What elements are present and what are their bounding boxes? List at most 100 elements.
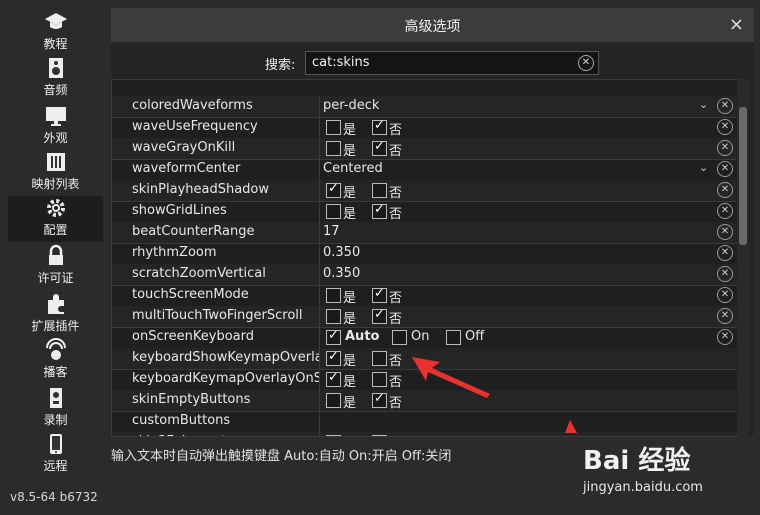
- scrollbar[interactable]: [737, 79, 749, 435]
- no-checkbox[interactable]: [372, 372, 387, 387]
- option-value-input[interactable]: 17: [323, 224, 340, 239]
- sidebar-item-label: 映射列表: [31, 177, 80, 191]
- clear-search-icon[interactable]: ✕: [578, 55, 594, 71]
- yes-label: 是: [343, 186, 357, 201]
- option-select[interactable]: Centered: [323, 161, 383, 176]
- yes-checkbox[interactable]: [326, 288, 341, 303]
- search-label: 搜索:: [265, 58, 296, 73]
- sidebar-item-appearance[interactable]: 外观: [8, 104, 103, 150]
- mixer-sliders-icon: [46, 153, 65, 171]
- no-checkbox[interactable]: [372, 351, 387, 366]
- reset-icon[interactable]: ✕: [717, 266, 733, 282]
- reset-icon[interactable]: ✕: [717, 182, 733, 198]
- reset-icon[interactable]: ✕: [717, 161, 733, 177]
- option-on-label: On: [411, 329, 430, 344]
- dialog-title: 高级选项: [404, 19, 461, 35]
- yes-checkbox[interactable]: [326, 181, 341, 198]
- no-checkbox[interactable]: [372, 286, 387, 303]
- yes-label: 是: [343, 144, 357, 159]
- search-input[interactable]: cat:skins ✕: [305, 51, 599, 75]
- yes-checkbox[interactable]: [326, 204, 341, 219]
- watermark-logo: Bai 经验: [583, 446, 691, 476]
- reset-icon[interactable]: ✕: [717, 287, 733, 303]
- sidebar-item-tutorial[interactable]: 教程: [8, 10, 103, 56]
- table-row[interactable]: touchScreenMode 是 否 ✕: [112, 285, 737, 307]
- sidebar-item-plugins[interactable]: 扩展插件: [8, 292, 103, 338]
- yes-checkbox[interactable]: [326, 309, 341, 324]
- recorder-icon: [49, 388, 62, 408]
- yes-label: 是: [343, 396, 357, 411]
- table-row[interactable]: showGridLines 是 否 ✕: [112, 201, 737, 223]
- table-row[interactable]: waveformCenter Centered ⌄ ✕: [112, 159, 737, 181]
- sidebar-item-config[interactable]: 配置: [8, 196, 103, 242]
- table-row[interactable]: scratchZoomVertical 0.350 ✕: [112, 264, 737, 286]
- no-label: 否: [389, 291, 403, 306]
- no-checkbox[interactable]: [372, 202, 387, 219]
- reset-icon[interactable]: ✕: [717, 140, 733, 156]
- scroll-thumb[interactable]: [739, 107, 747, 245]
- table-row[interactable]: beatCounterRange 17 ✕: [112, 222, 737, 244]
- table-row[interactable]: skin3FxLayout 是 否: [112, 432, 737, 436]
- watermark: Bai 经验 jingyan.baidu.com: [583, 440, 753, 500]
- option-name: skinPlayheadShadow: [132, 182, 270, 197]
- no-checkbox[interactable]: [372, 307, 387, 324]
- column-divider: [319, 117, 320, 138]
- monitor-icon: [45, 107, 66, 126]
- table-row[interactable]: keyboardKeymapOverlayOnShift 是 否: [112, 369, 737, 391]
- option-select[interactable]: per-deck: [323, 98, 379, 113]
- no-checkbox[interactable]: [372, 139, 387, 156]
- sidebar-item-mapping[interactable]: 映射列表: [8, 150, 103, 196]
- sidebar-item-label: 播客: [43, 365, 68, 379]
- yes-checkbox[interactable]: [326, 370, 341, 387]
- yes-checkbox[interactable]: [326, 120, 341, 135]
- reset-icon[interactable]: ✕: [717, 308, 733, 324]
- table-row[interactable]: multiTouchTwoFingerScroll 是 否 ✕: [112, 306, 737, 328]
- sidebar-item-label: 教程: [43, 37, 68, 51]
- table-row[interactable]: rhythmZoom 0.350 ✕: [112, 243, 737, 265]
- reset-icon[interactable]: ✕: [717, 329, 733, 345]
- table-row[interactable]: coloredWaveforms per-deck ⌄ ✕: [112, 96, 737, 118]
- option-name: beatCounterRange: [132, 224, 255, 239]
- option-value-input[interactable]: 0.350: [323, 266, 360, 281]
- yes-label: 是: [343, 434, 356, 436]
- yes-checkbox[interactable]: [326, 435, 341, 436]
- column-divider: [319, 201, 320, 222]
- table-row[interactable]: onScreenKeyboard Auto On Off ✕: [112, 327, 737, 349]
- sidebar-item-audio[interactable]: 音频: [8, 56, 103, 102]
- yes-checkbox[interactable]: [326, 141, 341, 156]
- chevron-down-icon[interactable]: ⌄: [699, 161, 708, 174]
- sidebar: 教程 音频 外观 映射列表 配置 许可证 扩展插件 播客 录制 远程 v8.5-…: [0, 0, 110, 515]
- column-divider: [319, 243, 320, 264]
- chevron-down-icon[interactable]: ⌄: [699, 98, 708, 111]
- no-checkbox[interactable]: [372, 183, 387, 198]
- option-auto-checkbox[interactable]: [326, 328, 341, 345]
- sidebar-item-record[interactable]: 录制: [8, 386, 103, 432]
- table-row[interactable]: skinPlayheadShadow 是 否 ✕: [112, 180, 737, 202]
- close-icon[interactable]: ×: [729, 14, 744, 35]
- sidebar-item-remote[interactable]: 远程: [8, 432, 103, 478]
- option-on-checkbox[interactable]: [392, 330, 407, 345]
- no-label: 否: [389, 123, 403, 138]
- no-checkbox[interactable]: [372, 433, 387, 436]
- table-row[interactable]: keyboardShowKeymapOverlay 是 否: [112, 348, 737, 370]
- reset-icon[interactable]: ✕: [717, 203, 733, 219]
- table-row[interactable]: waveGrayOnKill 是 否 ✕: [112, 138, 737, 160]
- option-off-checkbox[interactable]: [446, 330, 461, 345]
- sidebar-item-podcast[interactable]: 播客: [8, 338, 103, 384]
- no-checkbox[interactable]: [372, 391, 387, 408]
- reset-icon[interactable]: ✕: [717, 119, 733, 135]
- reset-icon[interactable]: ✕: [717, 245, 733, 261]
- dialog-titlebar: 高级选项 ×: [111, 8, 754, 42]
- no-checkbox[interactable]: [372, 118, 387, 135]
- sidebar-item-license[interactable]: 许可证: [8, 244, 103, 290]
- yes-checkbox[interactable]: [326, 349, 341, 366]
- table-row[interactable]: customButtons: [112, 411, 737, 433]
- table-row[interactable]: waveUseFrequency 是 否 ✕: [112, 117, 737, 139]
- reset-icon[interactable]: ✕: [717, 98, 733, 114]
- option-value-input[interactable]: 0.350: [323, 245, 360, 260]
- yes-checkbox[interactable]: [326, 393, 341, 408]
- table-row[interactable]: skinEmptyButtons 是 否: [112, 390, 737, 412]
- option-auto-label: Auto: [345, 329, 380, 344]
- reset-icon[interactable]: ✕: [717, 224, 733, 240]
- options-table: coloredWaveforms per-deck ⌄ ✕ waveUseFrequen…: [111, 79, 738, 437]
